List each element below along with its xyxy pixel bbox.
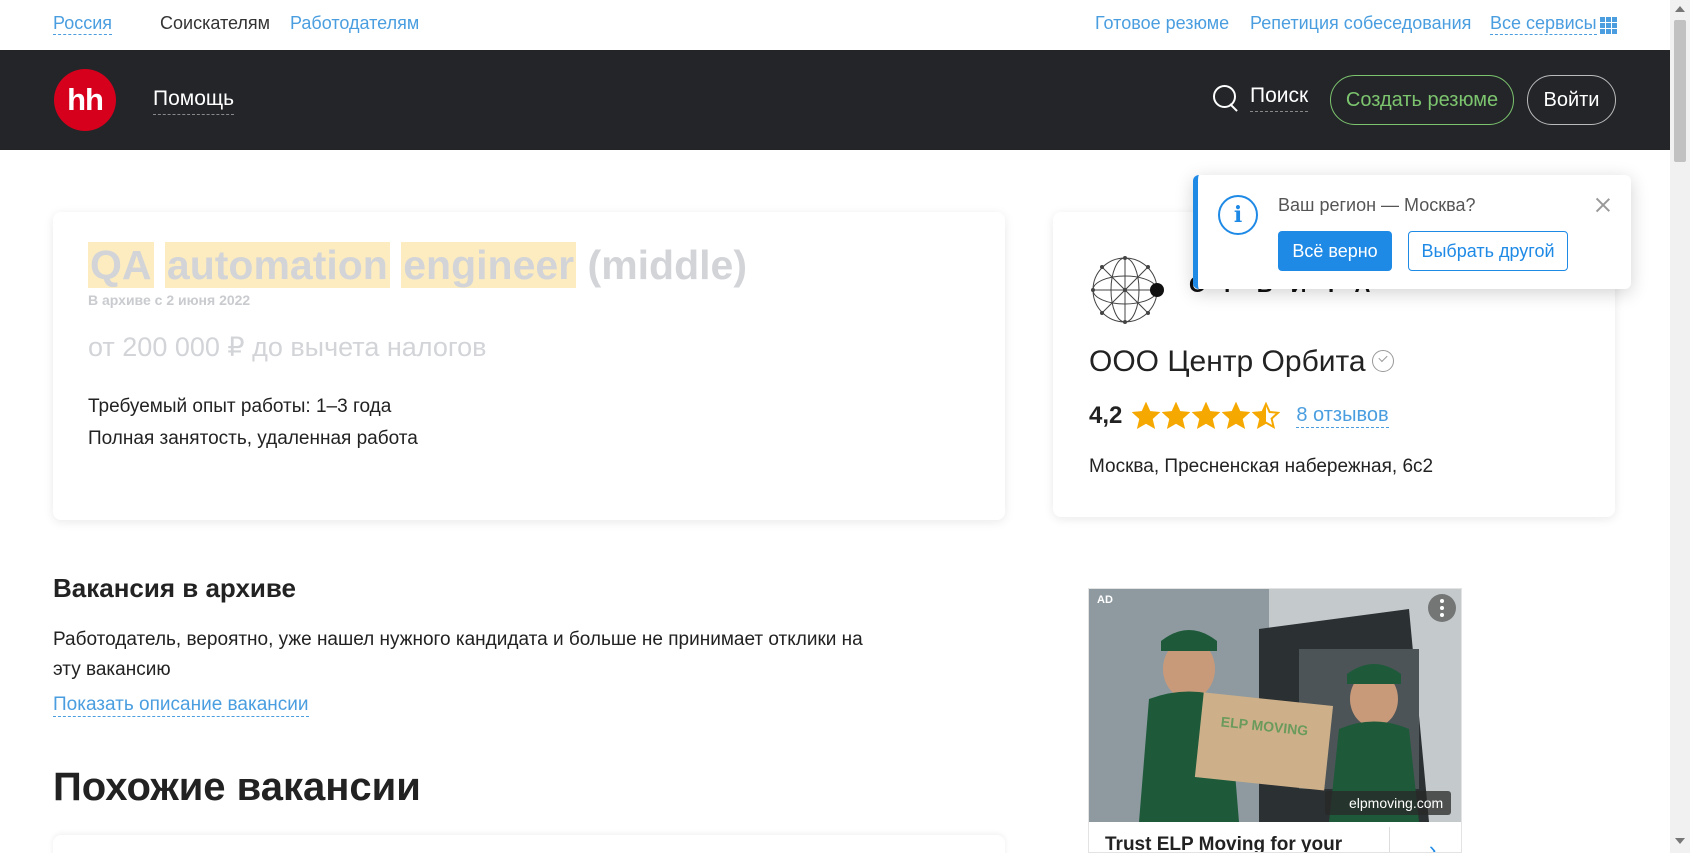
scroll-thumb[interactable] (1674, 20, 1686, 162)
hh-logo[interactable]: hh (54, 69, 116, 131)
ad-brand: elpmoving.com (1325, 791, 1452, 815)
title-word: QA (88, 242, 154, 288)
ad-banner[interactable]: ELP MOVING AD elpmoving.com Trust ELP Mo… (1088, 588, 1462, 853)
region-confirm-button[interactable]: Всё верно (1278, 231, 1392, 271)
vacancy-card: QA automation engineer (middle) В архиве… (53, 212, 1005, 520)
chevron-right-icon[interactable]: › (1429, 837, 1436, 852)
title-rest: (middle) (587, 242, 747, 288)
title-word: engineer (401, 242, 577, 288)
star-icon (1132, 402, 1161, 430)
services-grid-icon[interactable] (1600, 17, 1617, 34)
top-strip: Россия Соискателям Работодателям Готовое… (0, 0, 1670, 50)
archived-date: В архиве с 2 июня 2022 (88, 292, 251, 308)
vacancy-experience: Требуемый опыт работы: 1–3 года (88, 396, 392, 417)
ad-badge: AD (1097, 594, 1113, 606)
applicants-link[interactable]: Соискателям (160, 13, 270, 34)
employers-link[interactable]: Работодателям (290, 13, 419, 34)
star-icon (1192, 402, 1221, 430)
region-link[interactable]: Россия (53, 13, 113, 35)
help-link[interactable]: Помощь (153, 87, 235, 115)
company-name[interactable]: ООО Центр Орбита (1089, 345, 1394, 379)
star-icon (1162, 402, 1191, 430)
rating-stars (1132, 402, 1282, 430)
company-logo-icon[interactable] (1089, 252, 1165, 328)
ready-resume-link[interactable]: Готовое резюме (1095, 13, 1229, 34)
info-icon: i (1218, 195, 1258, 235)
vacancy-employment: Полная занятость, удаленная работа (88, 428, 418, 449)
all-services-link[interactable]: Все сервисы (1490, 13, 1597, 35)
vacancy-salary: от 200 000 ₽ до вычета налогов (88, 332, 487, 362)
close-icon[interactable] (1595, 197, 1611, 213)
login-button[interactable]: Войти (1527, 75, 1616, 125)
archive-title: Вакансия в архиве (53, 573, 297, 603)
scroll-down-icon[interactable] (1675, 838, 1685, 844)
vacancy-title: QA automation engineer (middle) (88, 242, 747, 289)
reviews-link[interactable]: 8 отзывов (1296, 404, 1389, 428)
star-icon (1222, 402, 1251, 430)
region-question: Ваш регион — Москва? (1278, 195, 1476, 215)
main-header: hh Помощь Поиск Создать резюме Войти (0, 50, 1670, 150)
search-icon (1212, 84, 1240, 112)
star-icon (1252, 402, 1281, 430)
company-rating: 4,2 8 отзывов (1089, 402, 1389, 430)
similar-vacancy-card[interactable] (53, 835, 1005, 853)
ad-divider (1389, 827, 1390, 852)
ad-menu-icon[interactable] (1428, 594, 1456, 622)
region-popup: i Ваш регион — Москва? Всё верно Выбрать… (1193, 175, 1631, 289)
ad-headline: Trust ELP Moving for your (1105, 834, 1343, 853)
ad-image: ELP MOVING (1089, 589, 1461, 822)
interview-rehearsal-link[interactable]: Репетиция собеседования (1250, 13, 1471, 34)
company-name-text: ООО Центр Орбита (1089, 345, 1366, 378)
title-word: automation (164, 242, 390, 288)
show-description-link[interactable]: Показать описание вакансии (53, 694, 309, 717)
rating-value: 4,2 (1089, 402, 1123, 429)
scroll-up-icon[interactable] (1675, 6, 1685, 12)
search-button[interactable]: Поиск (1212, 84, 1309, 112)
region-choose-other-button[interactable]: Выбрать другой (1408, 231, 1568, 271)
search-label: Поиск (1250, 84, 1309, 112)
verified-icon (1371, 350, 1394, 373)
similar-title: Похожие вакансии (53, 765, 421, 809)
create-resume-button[interactable]: Создать резюме (1330, 75, 1514, 125)
archive-text: Работодатель, вероятно, уже нашел нужног… (53, 629, 863, 680)
scrollbar[interactable] (1670, 0, 1690, 853)
company-address: Москва, Пресненская набережная, 6с2 (1089, 456, 1434, 477)
